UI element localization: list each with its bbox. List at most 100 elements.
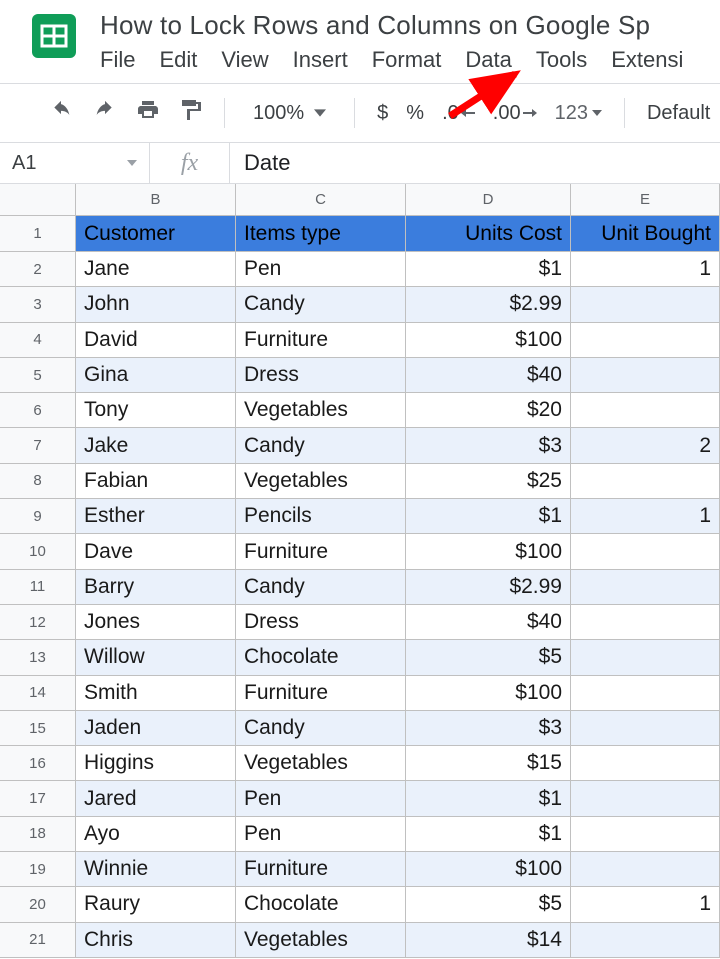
cell[interactable]: $25 — [406, 464, 571, 499]
format-percent-button[interactable]: % — [406, 102, 424, 125]
row-header[interactable]: 14 — [0, 676, 76, 711]
row-header[interactable]: 11 — [0, 570, 76, 605]
cell[interactable]: 1 — [571, 252, 720, 287]
cell[interactable]: Candy — [236, 711, 406, 746]
cell[interactable]: $3 — [406, 711, 571, 746]
cell[interactable]: Willow — [76, 640, 236, 675]
column-header-B[interactable]: B — [76, 184, 236, 216]
cell[interactable]: Fabian — [76, 464, 236, 499]
cell[interactable] — [571, 464, 720, 499]
menu-extensions[interactable]: Extensi — [611, 47, 683, 73]
row-header[interactable]: 1 — [0, 216, 76, 252]
cell[interactable]: Winnie — [76, 852, 236, 887]
cell[interactable]: Items type — [236, 216, 406, 252]
menu-tools[interactable]: Tools — [536, 47, 587, 73]
row-header[interactable]: 20 — [0, 887, 76, 922]
cell[interactable]: Chocolate — [236, 640, 406, 675]
row-header[interactable]: 2 — [0, 252, 76, 287]
cell[interactable]: Gina — [76, 358, 236, 393]
cell[interactable]: $1 — [406, 781, 571, 816]
cell[interactable]: Ayo — [76, 817, 236, 852]
cell[interactable]: Candy — [236, 287, 406, 322]
cell[interactable]: Furniture — [236, 323, 406, 358]
document-title[interactable]: How to Lock Rows and Columns on Google S… — [98, 6, 720, 43]
formula-bar[interactable]: Date — [230, 143, 720, 183]
column-header-C[interactable]: C — [236, 184, 406, 216]
cell[interactable]: Vegetables — [236, 923, 406, 958]
cell[interactable]: $14 — [406, 923, 571, 958]
cell[interactable] — [571, 746, 720, 781]
cell[interactable]: Furniture — [236, 676, 406, 711]
row-header[interactable]: 8 — [0, 464, 76, 499]
cell[interactable] — [571, 287, 720, 322]
name-box[interactable]: A1 — [0, 143, 150, 183]
cell[interactable]: Vegetables — [236, 746, 406, 781]
cell[interactable]: Candy — [236, 570, 406, 605]
cell[interactable]: 2 — [571, 428, 720, 463]
row-header[interactable]: 4 — [0, 323, 76, 358]
cell[interactable]: Jake — [76, 428, 236, 463]
font-family-dropdown[interactable]: Default — [647, 102, 710, 125]
cell[interactable]: $5 — [406, 640, 571, 675]
cell[interactable] — [571, 711, 720, 746]
cell[interactable]: $2.99 — [406, 287, 571, 322]
cell[interactable]: $100 — [406, 676, 571, 711]
cell[interactable]: Raury — [76, 887, 236, 922]
cell[interactable]: $5 — [406, 887, 571, 922]
zoom-level-dropdown[interactable]: 100% — [247, 102, 332, 125]
cell[interactable]: $3 — [406, 428, 571, 463]
cell[interactable]: David — [76, 323, 236, 358]
menu-insert[interactable]: Insert — [293, 47, 348, 73]
cell[interactable]: $40 — [406, 358, 571, 393]
select-all-corner[interactable] — [0, 184, 76, 216]
increase-decimal-button[interactable]: .00 — [493, 102, 537, 125]
cell[interactable]: $100 — [406, 852, 571, 887]
cell[interactable]: $20 — [406, 393, 571, 428]
row-header[interactable]: 18 — [0, 817, 76, 852]
cell[interactable] — [571, 323, 720, 358]
cell[interactable]: Furniture — [236, 852, 406, 887]
cell[interactable]: Barry — [76, 570, 236, 605]
cell[interactable]: Dress — [236, 358, 406, 393]
column-header-D[interactable]: D — [406, 184, 571, 216]
cell[interactable]: Unit Bought — [571, 216, 720, 252]
cell[interactable] — [571, 570, 720, 605]
cell[interactable]: Chris — [76, 923, 236, 958]
cell[interactable]: Jones — [76, 605, 236, 640]
menu-view[interactable]: View — [221, 47, 268, 73]
row-header[interactable]: 9 — [0, 499, 76, 534]
cell[interactable]: $100 — [406, 534, 571, 569]
menu-data[interactable]: Data — [465, 47, 511, 73]
row-header[interactable]: 19 — [0, 852, 76, 887]
column-header-E[interactable]: E — [571, 184, 720, 216]
cell[interactable]: Dave — [76, 534, 236, 569]
cell[interactable]: Pen — [236, 781, 406, 816]
cell[interactable]: $100 — [406, 323, 571, 358]
cell[interactable]: $1 — [406, 499, 571, 534]
cell[interactable]: Candy — [236, 428, 406, 463]
cell[interactable] — [571, 781, 720, 816]
cell[interactable]: Furniture — [236, 534, 406, 569]
format-currency-button[interactable]: $ — [377, 102, 388, 125]
cell[interactable]: 1 — [571, 887, 720, 922]
spreadsheet-grid[interactable]: B C D E 1CustomerItems typeUnits CostUni… — [0, 184, 720, 958]
cell[interactable] — [571, 923, 720, 958]
cell[interactable]: Units Cost — [406, 216, 571, 252]
row-header[interactable]: 6 — [0, 393, 76, 428]
cell[interactable]: Tony — [76, 393, 236, 428]
cell[interactable]: Jaden — [76, 711, 236, 746]
cell[interactable] — [571, 640, 720, 675]
row-header[interactable]: 5 — [0, 358, 76, 393]
menu-edit[interactable]: Edit — [159, 47, 197, 73]
cell[interactable] — [571, 393, 720, 428]
cell[interactable]: Esther — [76, 499, 236, 534]
cell[interactable]: Smith — [76, 676, 236, 711]
cell[interactable]: Higgins — [76, 746, 236, 781]
cell[interactable]: $40 — [406, 605, 571, 640]
cell[interactable]: Pencils — [236, 499, 406, 534]
cell[interactable]: Pen — [236, 252, 406, 287]
row-header[interactable]: 21 — [0, 923, 76, 958]
paint-format-icon[interactable] — [178, 98, 202, 128]
row-header[interactable]: 13 — [0, 640, 76, 675]
cell[interactable]: John — [76, 287, 236, 322]
